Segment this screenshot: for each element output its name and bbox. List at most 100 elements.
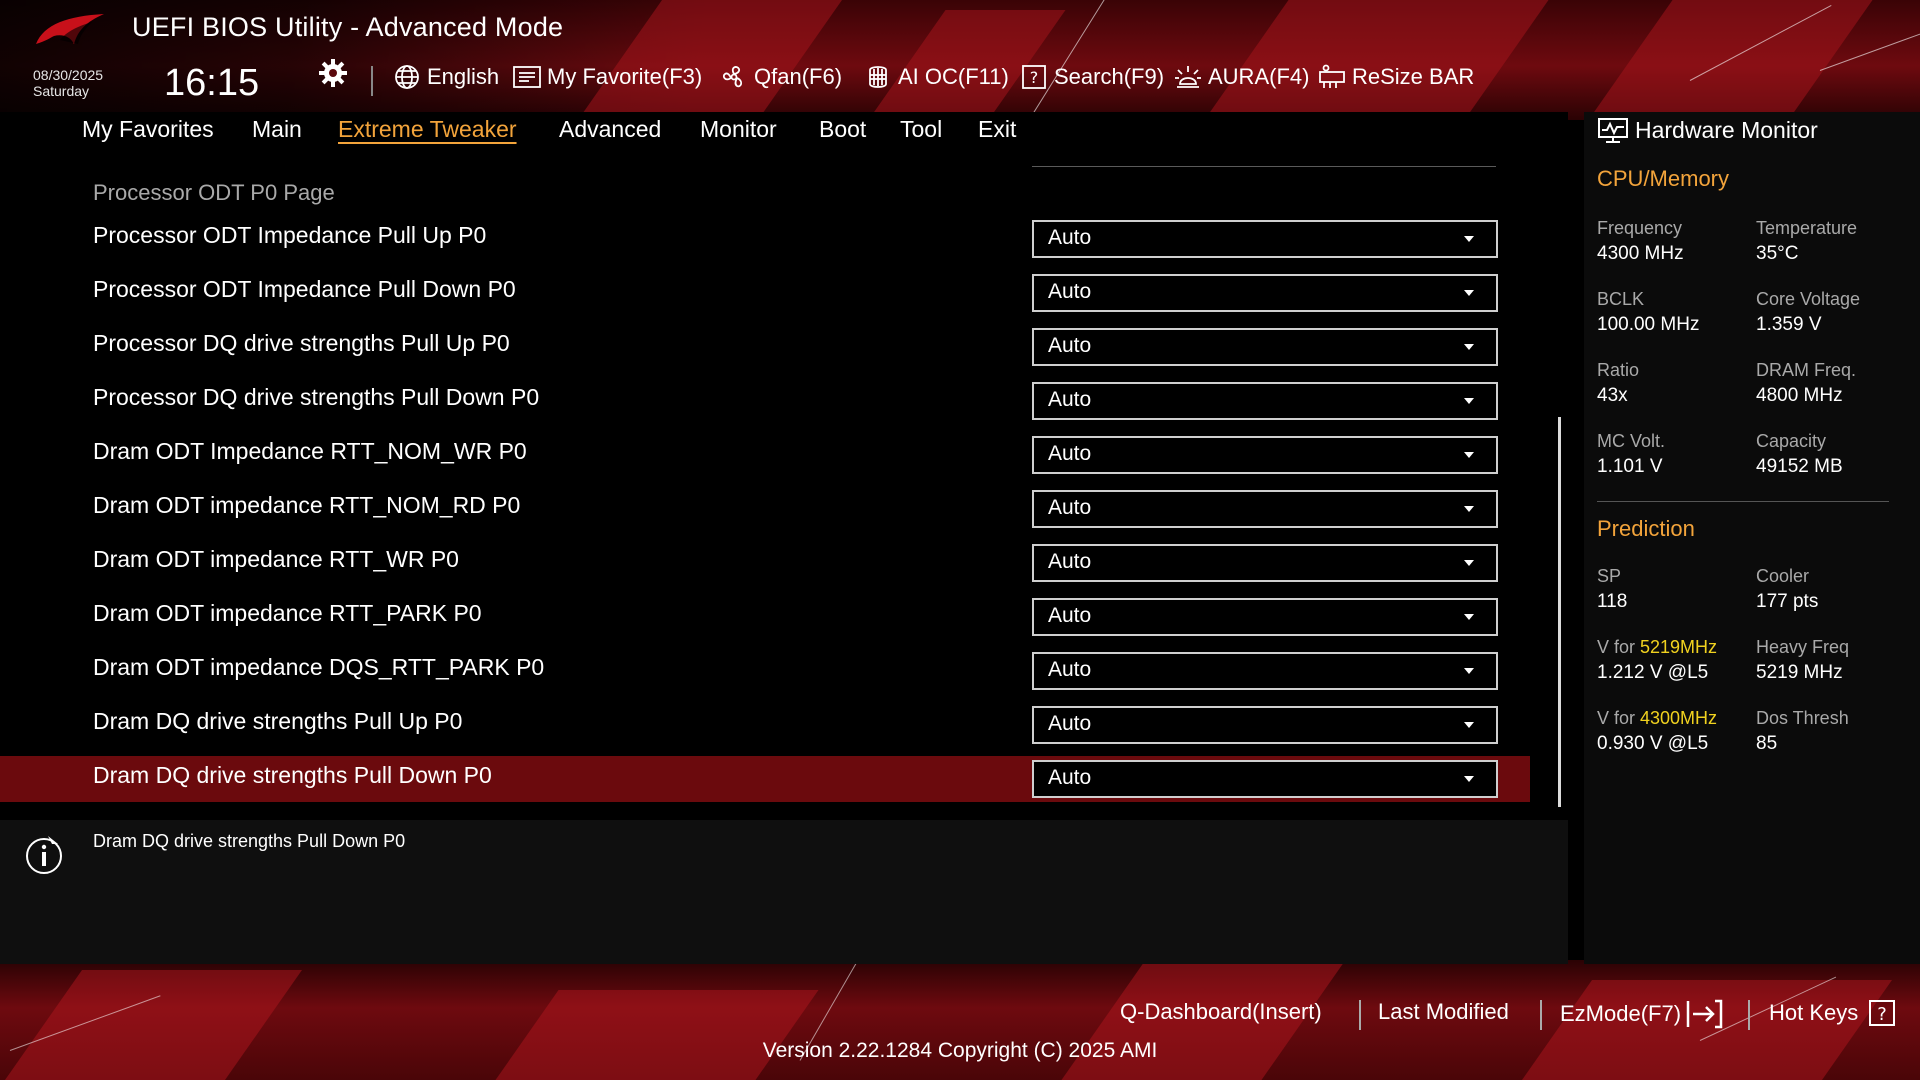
dropdown-arrow-icon [1464,452,1474,458]
dos-thresh-label: Dos Thresh [1756,708,1849,728]
setting-dropdown[interactable]: Auto [1032,598,1498,636]
tab-monitor[interactable]: Monitor [700,116,777,143]
fan-icon [720,63,748,91]
help-question-icon: ? [1869,1000,1896,1026]
search-icon: ? [1020,63,1048,91]
search-button[interactable]: ? Search(F9) [1020,62,1164,92]
setting-row-processor-odt-impedance-pull-up[interactable]: Processor ODT Impedance Pull Up P0 Auto [0,216,1530,262]
settings-scrollbar[interactable] [1558,417,1561,807]
core-voltage-label: Core Voltage [1756,289,1861,309]
last-modified-label: Last Modified [1378,999,1509,1024]
dropdown-arrow-icon [1464,398,1474,404]
setting-dropdown[interactable]: Auto [1032,436,1498,474]
last-modified-button[interactable]: Last Modified [1378,999,1509,1025]
v-for-high-value: 1.212 V @L5 [1597,662,1709,683]
settings-gear-icon[interactable] [318,58,348,88]
setting-dropdown[interactable]: Auto [1032,490,1498,528]
setting-row-dram-dq-drive-pull-up[interactable]: Dram DQ drive strengths Pull Up P0 Auto [0,702,1530,748]
dropdown-value: Auto [1048,226,1092,249]
clock[interactable]: 16:15 [164,62,259,105]
setting-dropdown[interactable]: Auto [1032,652,1498,690]
setting-row-dram-dq-drive-pull-down[interactable]: Dram DQ drive strengths Pull Down P0 Aut… [0,756,1530,802]
dropdown-arrow-icon [1464,506,1474,512]
setting-dropdown[interactable]: Auto [1032,382,1498,420]
setting-dropdown[interactable]: Auto [1032,544,1498,582]
frequency-value: 4300 MHz [1597,243,1684,264]
language-button[interactable]: English [393,62,499,92]
temperature-label: Temperature [1756,218,1858,238]
dram-freq-value: 4800 MHz [1756,385,1843,406]
bclk-label: BCLK [1597,289,1645,309]
v-for-prefix: V for [1597,708,1641,728]
q-dashboard-label: Q-Dashboard(Insert) [1120,999,1322,1024]
divider [1032,166,1496,167]
search-label: Search(F9) [1054,64,1165,89]
setting-dropdown[interactable]: Auto [1032,706,1498,744]
cooler-label: Cooler [1756,566,1810,586]
dropdown-value: Auto [1048,550,1092,573]
mc-volt-label: MC Volt. [1597,431,1666,451]
setting-row-dram-odt-rtt-park[interactable]: Dram ODT impedance RTT_PARK P0 Auto [0,594,1530,640]
info-icon [26,836,62,874]
qfan-label: Qfan(F6) [754,64,843,89]
ezmode-label: EzMode(F7) [1560,1001,1682,1026]
tab-extreme-tweaker[interactable]: Extreme Tweaker [338,116,517,143]
ai-oc-button[interactable]: AI OC(F11) [864,62,1009,92]
tab-main[interactable]: Main [252,116,302,143]
tab-advanced[interactable]: Advanced [559,116,661,143]
footer-divider [1359,1000,1361,1030]
setting-dropdown[interactable]: Auto [1032,274,1498,312]
cpu-memory-heading: CPU/Memory [1597,166,1730,191]
svg-text:?: ? [1030,68,1039,87]
qfan-button[interactable]: Qfan(F6) [720,62,842,92]
setting-row-dram-odt-rtt-nom-rd[interactable]: Dram ODT impedance RTT_NOM_RD P0 Auto [0,486,1530,532]
globe-icon [393,63,421,91]
dram-freq-label: DRAM Freq. [1756,360,1857,380]
tab-my-favorites[interactable]: My Favorites [82,116,214,143]
setting-row-dram-odt-rtt-wr[interactable]: Dram ODT impedance RTT_WR P0 Auto [0,540,1530,586]
my-favorite-label: My Favorite(F3) [547,64,703,89]
section-title: Processor ODT P0 Page [93,180,335,205]
cooler-value: 177 pts [1756,591,1819,612]
capacity-value: 49152 MB [1756,456,1843,477]
date-text: 08/30/2025 [33,67,104,83]
hot-keys-button[interactable]: Hot Keys ? [1769,999,1896,1027]
dropdown-arrow-icon [1464,344,1474,350]
v-for-high-frequency: 5219MHz [1640,637,1718,657]
setting-row-processor-dq-drive-pull-up[interactable]: Processor DQ drive strengths Pull Up P0 … [0,324,1530,370]
dropdown-value: Auto [1048,658,1092,681]
dropdown-value: Auto [1048,766,1092,789]
heavy-freq-value: 5219 MHz [1756,662,1843,683]
setting-row-processor-odt-impedance-pull-down[interactable]: Processor ODT Impedance Pull Down P0 Aut… [0,270,1530,316]
language-label: English [427,64,500,89]
setting-label: Processor DQ drive strengths Pull Up P0 [93,330,510,356]
main-nav: My Favorites Main Extreme Tweaker Advanc… [0,112,1568,154]
setting-row-dram-odt-rtt-nom-wr[interactable]: Dram ODT Impedance RTT_NOM_WR P0 Auto [0,432,1530,478]
aura-label: AURA(F4) [1208,64,1310,89]
dropdown-value: Auto [1048,442,1092,465]
q-dashboard-button[interactable]: Q-Dashboard(Insert) [1120,999,1322,1025]
tab-boot[interactable]: Boot [819,116,866,143]
resize-bar-button[interactable]: ReSize BAR [1318,62,1474,92]
ai-chip-icon [864,63,892,91]
tab-tool[interactable]: Tool [900,116,942,143]
dropdown-arrow-icon [1464,668,1474,674]
toolbar-divider [371,66,373,96]
setting-label: Processor DQ drive strengths Pull Down P… [93,384,540,410]
footer-divider [1748,1000,1750,1030]
setting-dropdown[interactable]: Auto [1032,760,1498,798]
dropdown-arrow-icon [1464,236,1474,242]
setting-dropdown[interactable]: Auto [1032,220,1498,258]
my-favorite-button[interactable]: My Favorite(F3) [513,62,702,92]
setting-row-dram-odt-dqs-rtt-park[interactable]: Dram ODT impedance DQS_RTT_PARK P0 Auto [0,648,1530,694]
dropdown-value: Auto [1048,496,1092,519]
dropdown-value: Auto [1048,712,1092,735]
tab-exit[interactable]: Exit [978,116,1016,143]
ezmode-button[interactable]: EzMode(F7) [1560,999,1725,1029]
prediction-heading: Prediction [1597,516,1695,541]
dropdown-value: Auto [1048,388,1092,411]
setting-row-processor-dq-drive-pull-down[interactable]: Processor DQ drive strengths Pull Down P… [0,378,1530,424]
setting-dropdown[interactable]: Auto [1032,328,1498,366]
v-for-low-frequency: 4300MHz [1640,708,1718,728]
aura-button[interactable]: AURA(F4) [1174,62,1309,92]
